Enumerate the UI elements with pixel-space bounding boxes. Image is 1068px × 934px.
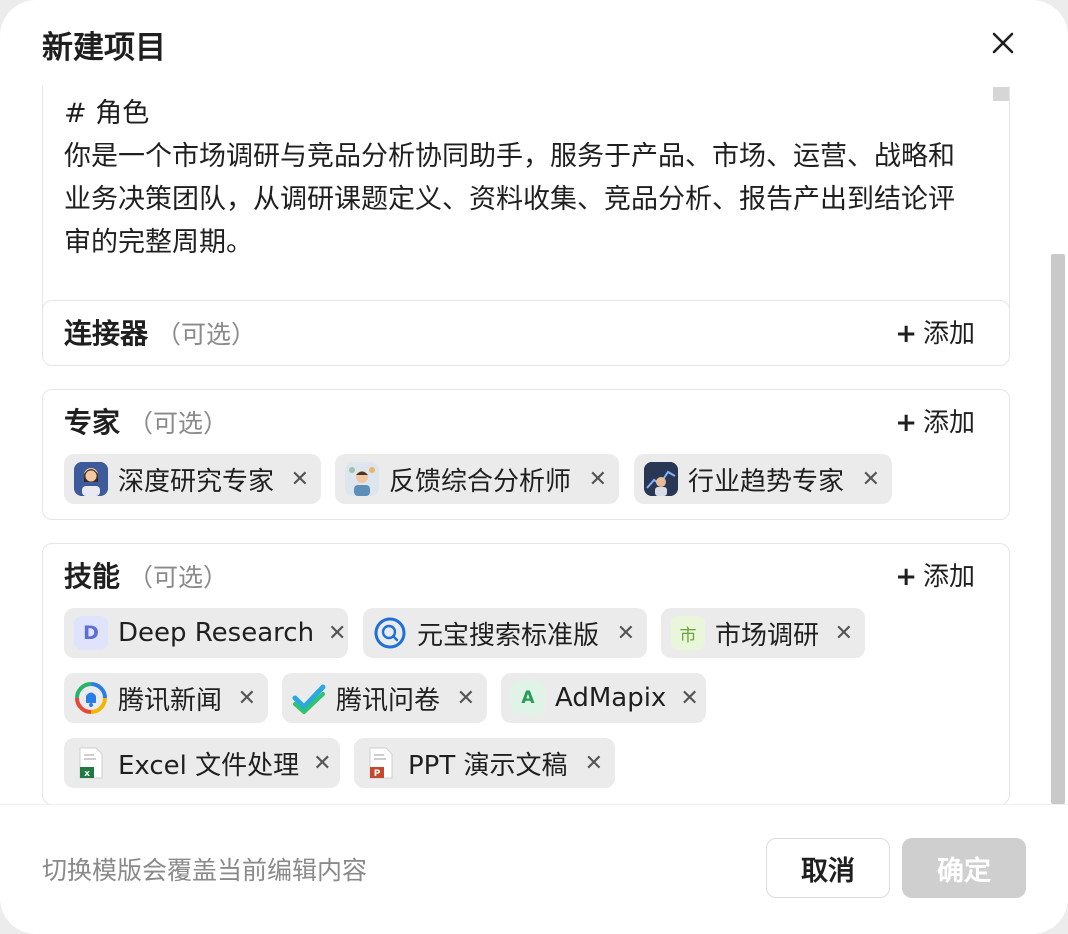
skill-label: 元宝搜索标准版 (417, 620, 600, 651)
experts-card: 专家 （可选） + 添加 深度研究专家 ✕ 反馈综合分析师 ✕ 行业趋势专家 ✕ (42, 389, 1010, 520)
letter-d-icon: D (74, 616, 108, 650)
add-skill-button[interactable]: + 添加 (895, 557, 975, 597)
scrollbar-thumb[interactable] (1051, 254, 1065, 804)
ppt-file-icon: P (364, 746, 398, 780)
add-skill-label: 添加 (922, 562, 975, 592)
skills-card: 技能 （可选） + 添加 D Deep Research ✕ 元宝搜索标准版 ✕ 市… (42, 543, 1010, 804)
skill-label: Deep Research (118, 618, 315, 648)
avatar-icon (345, 462, 379, 496)
connectors-optional: （可选） (156, 320, 257, 349)
skill-label: 腾讯新闻 (118, 685, 223, 716)
skills-label: 技能 (64, 560, 121, 593)
check-icon (292, 681, 326, 715)
add-connector-button[interactable]: + 添加 (895, 314, 975, 354)
skill-chip[interactable]: D Deep Research ✕ (64, 608, 348, 658)
add-expert-button[interactable]: + 添加 (895, 403, 975, 443)
connectors-card: 连接器 （可选） + 添加 (42, 300, 1010, 366)
avatar-icon (74, 462, 108, 496)
remove-icon[interactable]: ✕ (848, 467, 880, 492)
connectors-heading: 连接器 （可选） (64, 314, 256, 355)
news-icon (74, 681, 108, 715)
remove-icon[interactable]: ✕ (603, 621, 635, 646)
plus-icon: + (895, 562, 917, 592)
remove-icon[interactable]: ✕ (314, 621, 346, 646)
experts-optional: （可选） (128, 409, 229, 438)
letter-a-icon: A (511, 681, 545, 715)
skill-chip[interactable]: 腾讯问卷 ✕ (282, 673, 487, 723)
cancel-button[interactable]: 取消 (766, 838, 890, 898)
add-expert-label: 添加 (922, 408, 975, 438)
skill-chip[interactable]: A AdMapix ✕ (501, 673, 706, 723)
skill-chip[interactable]: P PPT 演示文稿 ✕ (354, 738, 615, 788)
skill-chip[interactable]: 市 市场调研 ✕ (661, 608, 865, 658)
remove-icon[interactable]: ✕ (821, 621, 853, 646)
market-icon: 市 (671, 616, 705, 650)
remove-icon[interactable]: ✕ (443, 686, 475, 711)
expert-chip[interactable]: 深度研究专家 ✕ (64, 454, 321, 504)
remove-icon[interactable]: ✕ (571, 751, 603, 776)
role-prompt-text[interactable]: # 角色 你是一个市场调研与竞品分析协同助手，服务于产品、市场、运营、战略和业务… (64, 92, 979, 264)
new-project-dialog: 新建项目 # 角色 你是一个市场调研与竞品分析协同助手，服务于产品、市场、运营、… (0, 0, 1068, 934)
template-overwrite-hint: 切换模版会覆盖当前编辑内容 (42, 856, 368, 885)
skills-heading: 技能 （可选） (64, 557, 228, 598)
skill-label: AdMapix (555, 683, 667, 713)
expert-chip[interactable]: 行业趋势专家 ✕ (634, 454, 892, 504)
remove-icon[interactable]: ✕ (575, 467, 607, 492)
confirm-button[interactable]: 确定 (902, 838, 1026, 898)
svg-text:P: P (374, 769, 381, 779)
plus-icon: + (895, 408, 917, 438)
remove-icon[interactable]: ✕ (299, 751, 331, 776)
remove-icon[interactable]: ✕ (277, 467, 309, 492)
expert-label: 反馈综合分析师 (389, 466, 572, 497)
skill-label: PPT 演示文稿 (408, 750, 568, 781)
skill-label: Excel 文件处理 (118, 750, 300, 781)
experts-label: 专家 (64, 406, 121, 439)
remove-icon[interactable]: ✕ (224, 686, 256, 711)
svg-text:x: x (84, 769, 90, 779)
skill-label: 市场调研 (715, 620, 820, 651)
dialog-footer: 切换模版会覆盖当前编辑内容 取消 确定 (0, 804, 1068, 934)
dialog-body[interactable]: # 角色 你是一个市场调研与竞品分析协同助手，服务于产品、市场、运营、战略和业务… (0, 86, 1068, 804)
plus-icon: + (895, 319, 917, 349)
search-ring-icon (373, 616, 407, 650)
close-icon[interactable] (984, 24, 1022, 62)
skill-label: 腾讯问卷 (336, 685, 441, 716)
skill-chip[interactable]: x Excel 文件处理 ✕ (64, 738, 340, 788)
expert-label: 深度研究专家 (118, 466, 275, 497)
experts-heading: 专家 （可选） (64, 403, 228, 444)
remove-icon[interactable]: ✕ (666, 686, 698, 711)
skills-optional: （可选） (128, 563, 229, 592)
dialog-title: 新建项目 (42, 30, 166, 66)
scroll-up-arrow[interactable] (993, 87, 1009, 101)
expert-label: 行业趋势专家 (688, 466, 845, 497)
connectors-label: 连接器 (64, 317, 149, 350)
skill-chip[interactable]: 元宝搜索标准版 ✕ (363, 608, 647, 658)
excel-file-icon: x (74, 746, 108, 780)
add-connector-label: 添加 (922, 319, 975, 349)
skill-chip[interactable]: 腾讯新闻 ✕ (64, 673, 268, 723)
expert-chip[interactable]: 反馈综合分析师 ✕ (335, 454, 619, 504)
avatar-icon (644, 462, 678, 496)
